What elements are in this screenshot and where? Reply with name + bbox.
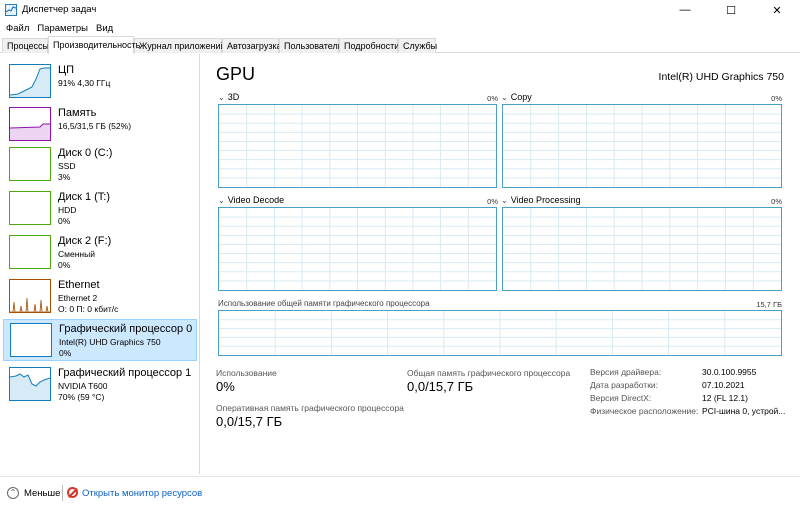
maximize-button[interactable]: ☐ [708, 0, 754, 20]
sidebar-item-name: ЦП [58, 64, 75, 76]
tab-performance[interactable]: Производительность [48, 36, 140, 54]
resource-monitor-icon[interactable] [67, 487, 78, 498]
graph-copy-percent: 0% [771, 94, 782, 103]
sidebar-item-cpu[interactable]: ЦП 91% 4,30 ГГц [3, 61, 197, 103]
sidebar-item-value: 0% [58, 260, 71, 270]
open-resource-monitor-link[interactable]: Открыть монитор ресурсов [82, 488, 202, 499]
sidebar-item-disk-2[interactable]: Диск 2 (F:) Сменный 0% [3, 232, 197, 274]
driver-version-label: Версия драйвера: [590, 367, 662, 377]
shared-memory-graph [218, 310, 782, 356]
menu-bar: Файл Параметры Вид [0, 20, 800, 36]
graph-copy [502, 104, 782, 188]
driver-version-value: 30.0.100.9955 [702, 367, 757, 377]
sidebar-item-detail: 91% 4,30 ГГц [58, 78, 111, 88]
driver-date-label: Дата разработки: [590, 380, 659, 390]
shared-memory-graph-label: Использование общей памяти графического … [218, 299, 430, 308]
driver-date-value: 07.10.2021 [702, 380, 745, 390]
graph-copy-label[interactable]: ⌄ Copy [501, 92, 532, 102]
physical-location-label: Физическое расположение: [590, 406, 699, 416]
graph-3d-percent: 0% [487, 94, 498, 103]
menu-file[interactable]: Файл [6, 23, 29, 34]
shared-memory-graph-max: 15,7 ГБ [756, 300, 782, 309]
sidebar-item-ethernet[interactable]: Ethernet Ethernet 2 О: 0 П: 0 кбит/с [3, 276, 197, 318]
resource-sidebar: ЦП 91% 4,30 ГГц Память 16,5/31,5 ГБ (52%… [0, 54, 200, 474]
chevron-down-icon: ⌄ [218, 93, 225, 102]
memory-thumbnail [9, 107, 51, 141]
sidebar-item-detail: Ethernet 2 [58, 293, 98, 303]
graph-video-decode-label[interactable]: ⌄ Video Decode [218, 195, 284, 205]
sidebar-item-disk-1[interactable]: Диск 1 (T:) HDD 0% [3, 188, 197, 230]
menu-options[interactable]: Параметры [37, 23, 88, 34]
menu-view[interactable]: Вид [96, 23, 113, 34]
sidebar-item-gpu-0[interactable]: Графический процессор 0 Intel(R) UHD Gra… [3, 319, 197, 361]
cpu-thumbnail [9, 64, 51, 98]
sidebar-item-name: Диск 1 (T:) [58, 191, 111, 203]
chevron-down-icon: ⌄ [501, 93, 508, 102]
close-button[interactable]: ✕ [754, 0, 800, 20]
disk-1-thumbnail [9, 191, 51, 225]
physical-location-value: PCI-шина 0, устрой... [702, 406, 786, 416]
gpu-1-thumbnail [9, 367, 51, 401]
sidebar-item-value: 70% (59 °C) [58, 392, 105, 402]
gpu-0-thumbnail [10, 323, 52, 357]
minimize-button[interactable]: — [662, 0, 708, 20]
sidebar-item-detail: NVIDIA T600 [58, 381, 108, 391]
sidebar-item-detail: SSD [58, 161, 76, 171]
directx-version-value: 12 (FL 12.1) [702, 393, 748, 403]
sidebar-item-detail: Сменный [58, 249, 95, 259]
sidebar-item-disk-0[interactable]: Диск 0 (C:) SSD 3% [3, 144, 197, 186]
tab-processes[interactable]: Процессы [2, 38, 49, 53]
usage-value: 0% [216, 379, 235, 394]
tab-services[interactable]: Службы [398, 38, 437, 53]
disk-2-thumbnail [9, 235, 51, 269]
task-manager-icon [5, 4, 17, 16]
tab-app-history[interactable]: Журнал приложений [134, 38, 226, 53]
tab-details[interactable]: Подробности [339, 38, 399, 53]
chevron-down-icon: ⌄ [218, 196, 225, 205]
disk-0-thumbnail [9, 147, 51, 181]
sidebar-item-name: Память [58, 107, 97, 119]
tab-users[interactable]: Пользователи [279, 38, 343, 53]
sidebar-item-gpu-1[interactable]: Графический процессор 1 NVIDIA T600 70% … [3, 364, 197, 406]
graph-video-decode [218, 207, 497, 291]
sidebar-item-value: 3% [58, 172, 71, 182]
window-title: Диспетчер задач [22, 4, 97, 15]
directx-version-label: Версия DirectX: [590, 393, 652, 403]
graph-video-processing [502, 207, 782, 291]
sidebar-item-value: 0% [58, 216, 71, 226]
graph-video-processing-percent: 0% [771, 197, 782, 206]
graph-video-decode-percent: 0% [487, 197, 498, 206]
title-bar[interactable]: Диспетчер задач — ☐ ✕ [0, 0, 800, 20]
fewer-details-link[interactable]: Меньше [24, 488, 60, 499]
graph-video-processing-label[interactable]: ⌄ Video Processing [501, 195, 581, 205]
chevron-down-icon: ⌄ [501, 196, 508, 205]
footer-divider [62, 485, 63, 501]
graph-3d-label[interactable]: ⌄ 3D [218, 92, 239, 102]
graph-3d [218, 104, 497, 188]
sidebar-item-name: Ethernet [58, 279, 100, 291]
dedicated-memory-value: 0,0/15,7 ГБ [216, 414, 283, 429]
gpu-model-name: Intel(R) UHD Graphics 750 [658, 71, 784, 83]
sidebar-item-name: Графический процессор 0 [59, 323, 193, 335]
sidebar-item-name: Диск 0 (C:) [58, 147, 113, 159]
shared-memory-value: 0,0/15,7 ГБ [407, 379, 474, 394]
sidebar-item-value: 0% [59, 348, 72, 358]
tab-bar: Процессы Производительность Журнал прило… [0, 36, 800, 54]
sidebar-item-detail: HDD [58, 205, 77, 215]
page-title: GPU [216, 64, 256, 84]
sidebar-item-detail: 16,5/31,5 ГБ (52%) [58, 121, 132, 131]
shared-memory-label: Общая память графического процессора [407, 368, 571, 378]
sidebar-item-memory[interactable]: Память 16,5/31,5 ГБ (52%) [3, 104, 197, 146]
dedicated-memory-label: Оперативная память графического процессо… [216, 403, 404, 413]
sidebar-item-name: Диск 2 (F:) [58, 235, 112, 247]
sidebar-item-name: Графический процессор 1 [58, 367, 192, 379]
footer-bar: ⌃ Меньше Открыть монитор ресурсов [0, 476, 800, 510]
sidebar-item-value: О: 0 П: 0 кбит/с [58, 304, 119, 314]
chevron-up-icon[interactable]: ⌃ [7, 487, 19, 499]
sidebar-item-detail: Intel(R) UHD Graphics 750 [59, 337, 161, 347]
usage-label: Использование [216, 368, 277, 378]
ethernet-thumbnail [9, 279, 51, 313]
tab-startup[interactable]: Автозагрузка [222, 38, 282, 53]
